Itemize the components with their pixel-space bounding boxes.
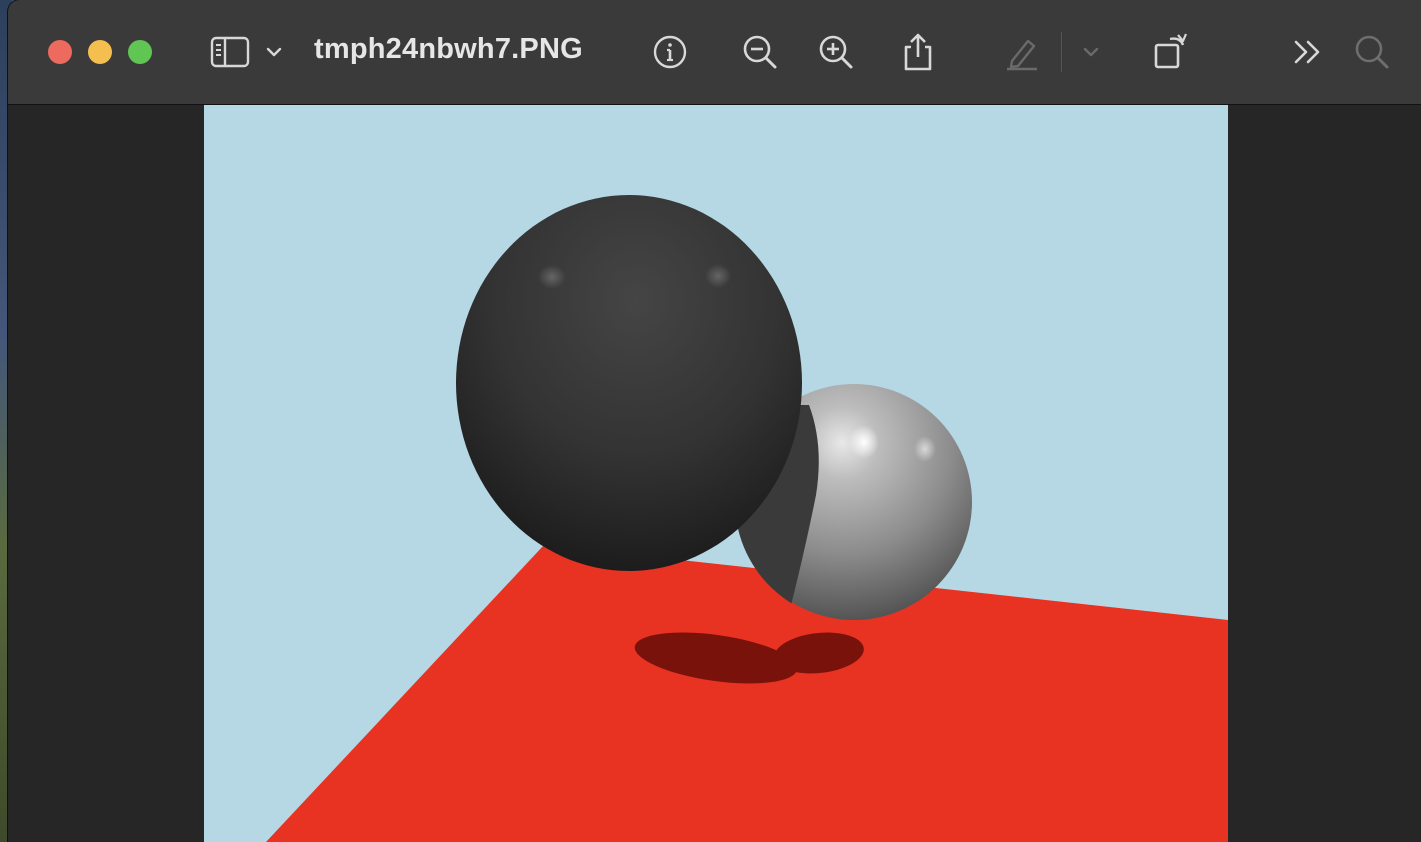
markup-options-button[interactable] bbox=[1079, 30, 1103, 74]
rendered-image bbox=[204, 105, 1228, 842]
markup-chevron-icon bbox=[1082, 46, 1100, 58]
share-button[interactable] bbox=[896, 30, 940, 74]
sidebar-icon bbox=[210, 36, 250, 68]
document-viewport bbox=[8, 105, 1421, 842]
rotate-icon bbox=[1150, 31, 1190, 73]
toolbar-divider bbox=[1061, 32, 1062, 72]
preview-window: tmph24nbwh7.PNG bbox=[8, 0, 1421, 842]
specular-highlight bbox=[538, 265, 566, 289]
chevron-down-icon bbox=[265, 46, 283, 58]
sidebar-options-button[interactable] bbox=[262, 30, 286, 74]
more-icon bbox=[1292, 38, 1324, 66]
info-icon bbox=[652, 34, 688, 70]
dark-sphere bbox=[456, 195, 802, 571]
zoom-in-button[interactable] bbox=[814, 30, 858, 74]
zoom-window-button[interactable] bbox=[128, 40, 152, 64]
rotate-button[interactable] bbox=[1148, 30, 1192, 74]
document-title: tmph24nbwh7.PNG bbox=[314, 33, 583, 65]
markup-pen-icon bbox=[1003, 33, 1041, 71]
info-button[interactable] bbox=[648, 30, 692, 74]
markup-button[interactable] bbox=[1000, 30, 1044, 74]
close-window-button[interactable] bbox=[48, 40, 72, 64]
more-tools-button[interactable] bbox=[1286, 30, 1330, 74]
sidebar-toggle-button[interactable] bbox=[208, 30, 252, 74]
search-icon bbox=[1353, 33, 1391, 71]
window-toolbar: tmph24nbwh7.PNG bbox=[8, 0, 1421, 105]
zoom-in-icon bbox=[817, 33, 855, 71]
search-button[interactable] bbox=[1350, 30, 1394, 74]
specular-highlight bbox=[849, 425, 879, 459]
specular-highlight bbox=[705, 264, 731, 288]
raytraced-scene bbox=[204, 105, 1228, 842]
share-icon bbox=[901, 32, 935, 72]
zoom-out-button[interactable] bbox=[738, 30, 782, 74]
specular-highlight bbox=[914, 436, 936, 462]
zoom-out-icon bbox=[741, 33, 779, 71]
minimize-window-button[interactable] bbox=[88, 40, 112, 64]
